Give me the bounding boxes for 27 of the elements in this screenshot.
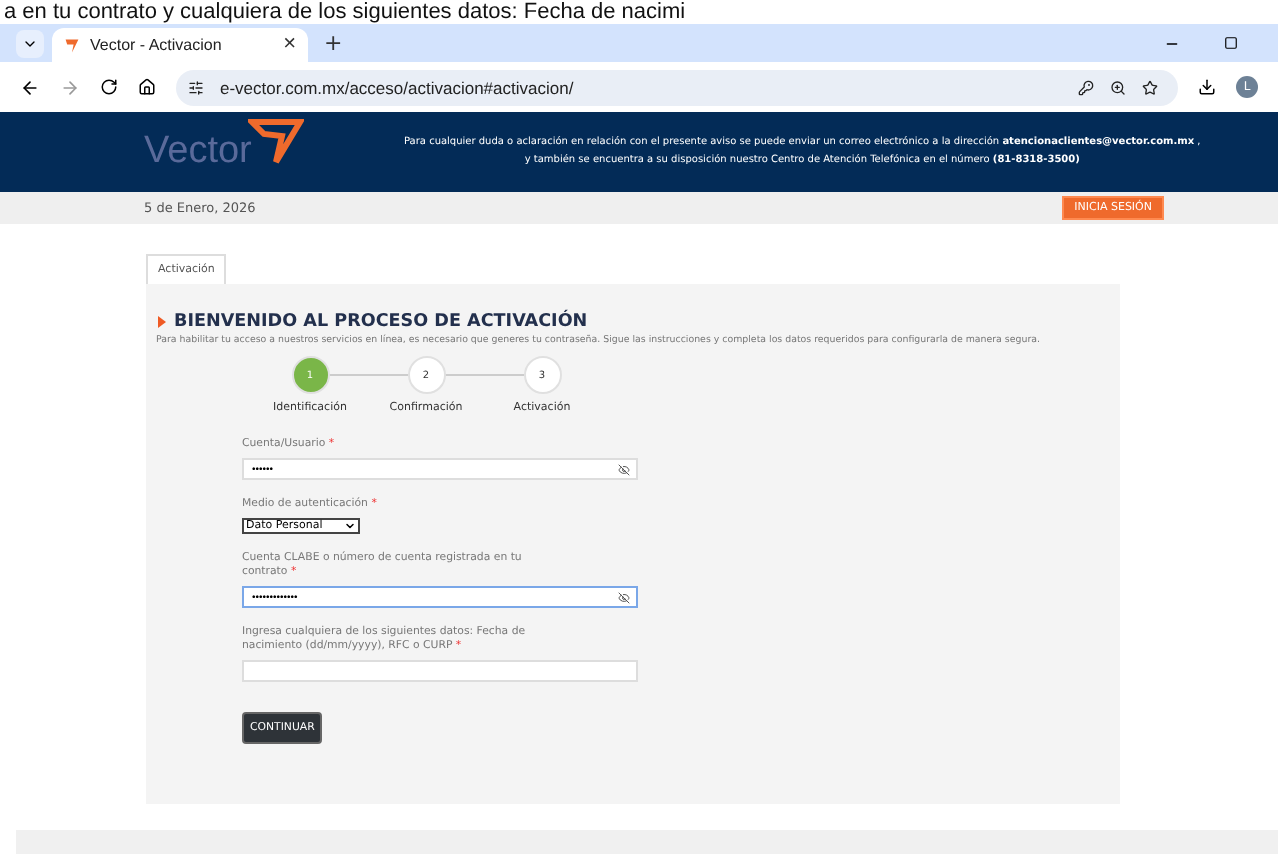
logo-icon bbox=[248, 118, 304, 166]
star-icon bbox=[1142, 79, 1158, 95]
new-tab-button[interactable]: + bbox=[324, 32, 343, 54]
caret-icon bbox=[158, 316, 166, 328]
logo-text: Vector bbox=[144, 130, 252, 174]
input-field[interactable] bbox=[242, 660, 638, 682]
zoom-icon bbox=[1110, 79, 1126, 95]
reload-icon[interactable] bbox=[100, 78, 118, 96]
browser-tab[interactable]: Vector - Activacion × bbox=[52, 28, 308, 62]
eye-off-icon[interactable] bbox=[618, 463, 630, 475]
download-icon[interactable] bbox=[1198, 78, 1216, 96]
back-icon[interactable] bbox=[20, 77, 40, 97]
forward-icon[interactable] bbox=[60, 77, 80, 97]
maximize-icon[interactable] bbox=[1224, 35, 1238, 49]
connector-line bbox=[328, 374, 408, 376]
page-heading: BIENVENIDO AL PROCESO DE ACTIVACIÓN bbox=[174, 312, 588, 332]
caption-text: a en tu contrato y cualquiera de los siguientes datos: Fecha de nacimi bbox=[2, 0, 688, 24]
close-tab-button[interactable]: × bbox=[283, 34, 296, 56]
eye-off-icon[interactable] bbox=[618, 591, 630, 603]
key-icon bbox=[1078, 79, 1094, 95]
connector-line bbox=[444, 374, 524, 376]
chevron-down-icon bbox=[344, 520, 356, 532]
home-icon[interactable] bbox=[138, 78, 156, 96]
logo-icon bbox=[64, 37, 80, 53]
address-bar[interactable]: e-vector.com.mx/acceso/activacion#activacion/ bbox=[176, 69, 1178, 105]
tab-list-button[interactable] bbox=[16, 29, 44, 57]
site-settings-icon bbox=[188, 79, 204, 95]
